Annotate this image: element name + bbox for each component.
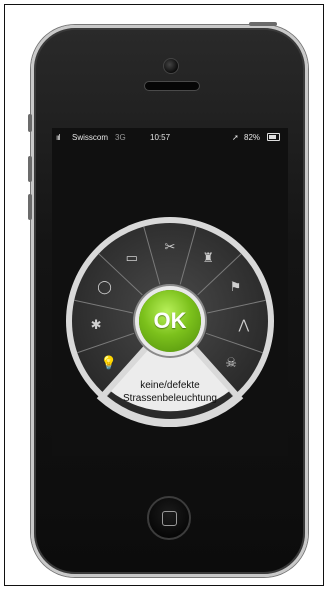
road-icon[interactable]: ⋀ (233, 314, 255, 336)
signal-bars-icon: ııl (56, 133, 60, 142)
skull-icon[interactable]: ☠ (220, 352, 242, 374)
selected-category-line2: Strassenbeleuchtung (123, 393, 217, 404)
bin-icon[interactable]: ▭ (121, 247, 143, 269)
clock: 10:57 (150, 133, 171, 142)
app-screen: ııl Swisscom 3G 10:57 ➚ 82% 💡 ✱ ◯ ▭ ✂ ♜ … (52, 128, 288, 456)
home-button[interactable] (147, 496, 191, 540)
volume-down-button (28, 194, 32, 220)
bug-icon[interactable]: ✱ (85, 314, 107, 336)
network-type: 3G (115, 133, 126, 142)
tools-icon[interactable]: ✂ (159, 236, 181, 258)
status-bar: ııl Swisscom 3G 10:57 ➚ 82% (52, 132, 288, 146)
image-frame: ııl Swisscom 3G 10:57 ➚ 82% 💡 ✱ ◯ ▭ ✂ ♜ … (4, 4, 324, 586)
mute-switch (28, 114, 32, 132)
power-button (249, 22, 277, 26)
trash-can-icon[interactable]: ♜ (197, 247, 219, 269)
battery-percent: 82% (244, 133, 261, 142)
phone-body: ııl Swisscom 3G 10:57 ➚ 82% 💡 ✱ ◯ ▭ ✂ ♜ … (28, 22, 308, 577)
front-camera (163, 58, 179, 74)
volume-up-button (28, 156, 32, 182)
location-arrow-icon: ➚ (232, 133, 239, 142)
ok-button[interactable]: OK (139, 290, 201, 352)
selected-category-line1: keine/defekte (140, 380, 200, 391)
street-lamp-icon[interactable]: 💡 (98, 352, 120, 374)
earpiece-speaker (144, 81, 200, 91)
battery-icon (267, 133, 280, 141)
carrier-name: Swisscom (72, 133, 109, 142)
ring-icon[interactable]: ◯ (94, 276, 116, 298)
selected-category-label: keine/defekte Strassenbeleuchtung (104, 379, 236, 405)
sign-icon[interactable]: ⚑ (224, 276, 246, 298)
category-wheel: 💡 ✱ ◯ ▭ ✂ ♜ ⚑ ⋀ ☠ keine/defekte Strassenbeleucht… (64, 215, 276, 427)
